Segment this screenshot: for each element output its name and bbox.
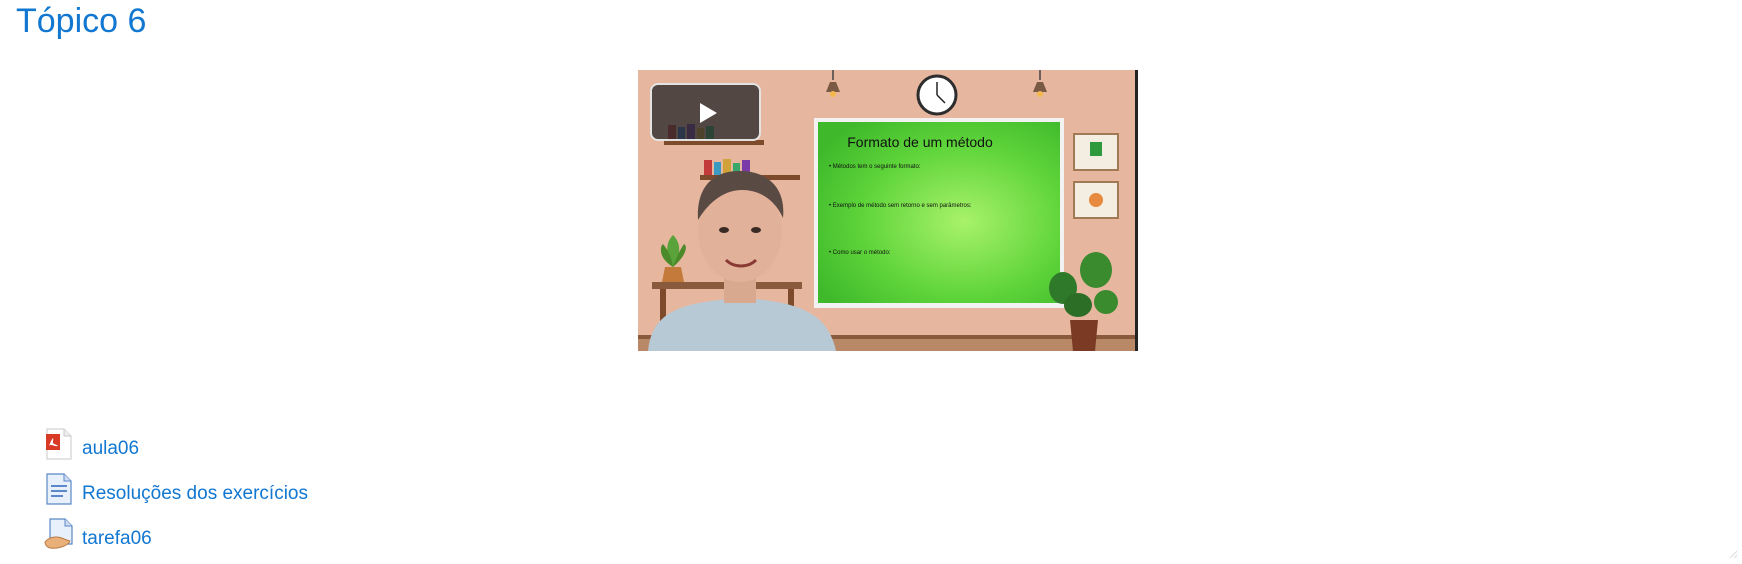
slide-bullet: • Exemplo de método sem retorno e sem pa… [829, 203, 972, 209]
video-player[interactable]: Formato de um método • Métodos tem o seg… [638, 70, 1138, 351]
activity-label: aula06 [82, 438, 140, 459]
assignment-icon [44, 518, 74, 550]
activity-label: tarefa06 [82, 528, 152, 549]
slide-title: Formato de um método [847, 134, 993, 150]
activity-resolucoes[interactable]: Resoluções dos exercícios [44, 473, 404, 505]
topic-title: Tópico 6 [16, 2, 147, 40]
activity-aula06[interactable]: aula06 [44, 428, 404, 460]
play-icon [700, 103, 717, 123]
activity-label: Resoluções dos exercícios [82, 483, 308, 504]
page-icon [44, 473, 74, 505]
play-button[interactable] [650, 83, 761, 141]
slide-bullet: • Métodos tem o seguinte formato: [829, 164, 921, 170]
slide-bullet: • Como usar o método: [829, 250, 891, 256]
resize-handle-icon [1726, 546, 1738, 559]
activity-tarefa06[interactable]: tarefa06 [44, 518, 404, 550]
pdf-icon [44, 428, 74, 460]
